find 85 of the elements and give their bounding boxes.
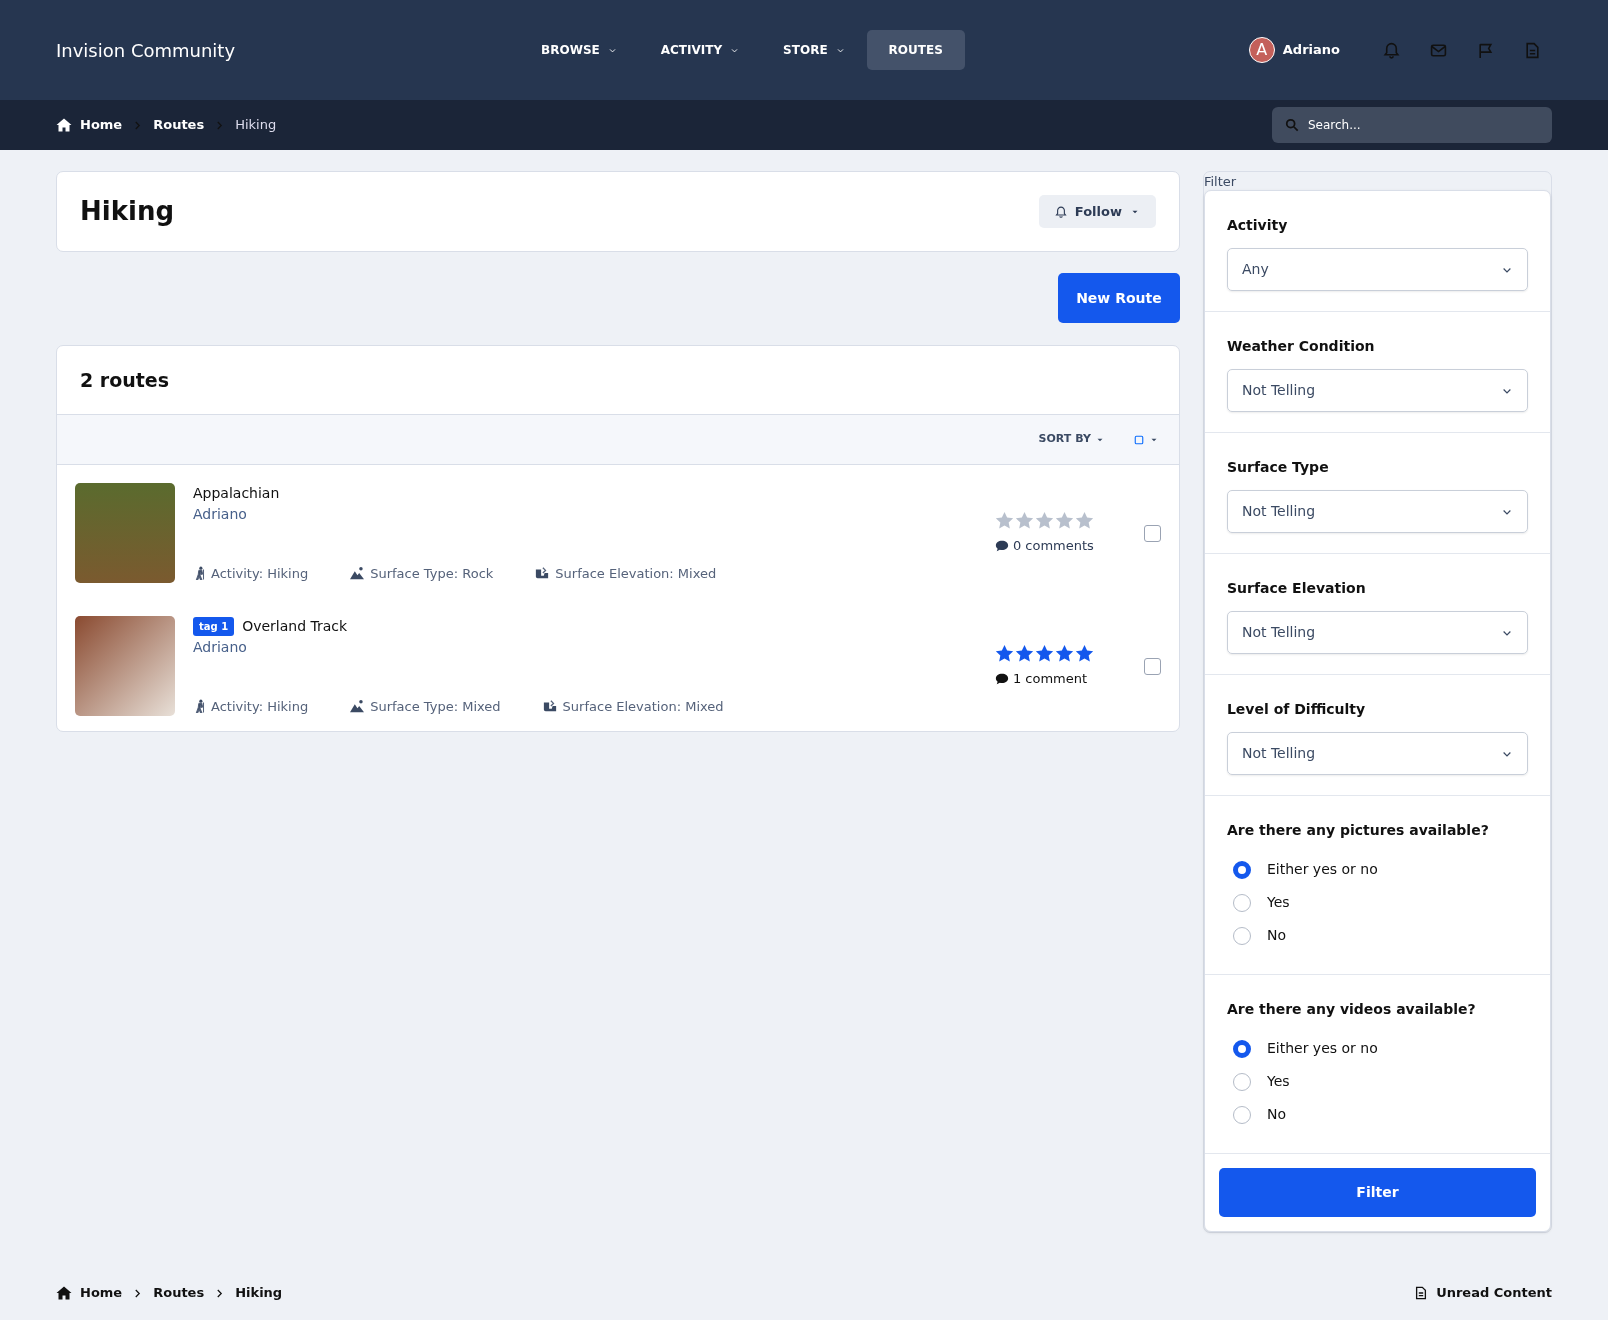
envelope-icon[interactable] (1430, 41, 1447, 59)
breadcrumb-link[interactable]: Home (56, 1283, 123, 1303)
filter-label: Surface Type (1226, 458, 1330, 477)
radio-button[interactable] (1232, 860, 1251, 879)
comment-icon (994, 538, 1009, 553)
dropdown-field[interactable]: Not Telling (1226, 732, 1528, 775)
star-icon (1054, 643, 1074, 663)
comments-link[interactable]: 1 comment (1012, 668, 1088, 689)
nav-tab[interactable]: ACTIVITY (638, 30, 762, 70)
sort-by-menu[interactable]: SORT BY (1038, 431, 1105, 448)
checkbox-icon (1132, 433, 1145, 446)
document-icon[interactable] (1524, 41, 1541, 59)
bell-icon (1054, 205, 1067, 218)
filter-label: Are there any pictures available? (1226, 821, 1490, 840)
home-icon (56, 117, 72, 133)
route-meta: Activity: Hiking (211, 697, 309, 716)
filter-label: Activity (1226, 216, 1289, 235)
filter-label: Weather Condition (1226, 337, 1376, 356)
unread-content-link[interactable]: Unread Content (1414, 1283, 1552, 1303)
radio-button[interactable] (1232, 1039, 1251, 1058)
breadcrumb-link[interactable]: Hiking (235, 1283, 283, 1303)
routes-count: 2 routes (80, 368, 170, 392)
notifications-icon[interactable] (1383, 41, 1400, 59)
filter-legend: Filter (1203, 172, 1551, 190)
author-link[interactable]: Adriano (193, 504, 247, 525)
row-checkbox[interactable] (1143, 657, 1161, 675)
breadcrumb-link[interactable]: Routes (153, 1283, 205, 1303)
star-icon (1034, 643, 1054, 663)
breadcrumb-link[interactable]: Routes (153, 115, 205, 135)
nav-tab[interactable]: ROUTES (866, 30, 965, 70)
route-meta: Activity: Hiking (211, 564, 309, 583)
nav-tab[interactable]: STORE (761, 30, 867, 70)
route-meta: Surface Type: Mixed (370, 697, 501, 716)
star-icon (1014, 510, 1034, 530)
select-all-menu[interactable] (1132, 433, 1159, 446)
document-icon (1414, 1286, 1429, 1300)
radio-label: No (1266, 1105, 1286, 1124)
row-checkbox[interactable] (1143, 524, 1161, 542)
author-link[interactable]: Adriano (193, 637, 247, 658)
dropdown-field[interactable]: Not Telling (1226, 611, 1528, 654)
home-icon (56, 1285, 72, 1301)
dropdown-field[interactable]: Not Telling (1226, 369, 1528, 412)
filter-label: Are there any videos available? (1226, 1000, 1477, 1019)
page-title: Hiking (80, 195, 174, 228)
mountain-icon (348, 699, 367, 714)
filter-label: Surface Elevation (1226, 579, 1367, 598)
site-logo[interactable]: Invision Community (56, 36, 236, 64)
user-name[interactable]: Adriano (1282, 40, 1340, 60)
dropdown-field[interactable]: Any (1226, 248, 1528, 291)
search-icon (1285, 118, 1299, 132)
star-icon (994, 510, 1014, 530)
radio-label: No (1266, 926, 1286, 945)
star-icon (1074, 643, 1094, 663)
route-title[interactable]: Overland Track (242, 616, 348, 637)
hiker-icon (193, 566, 207, 581)
mountain-icon (348, 566, 367, 581)
nav-tab[interactable]: BROWSE (519, 30, 639, 70)
star-icon (1014, 643, 1034, 663)
comments-link[interactable]: 0 comments (1012, 535, 1094, 556)
radio-label: Either yes or no (1266, 1039, 1378, 1058)
breadcrumb-link[interactable]: Hiking (235, 115, 277, 135)
route-meta: Surface Elevation: Mixed (562, 697, 724, 716)
star-icon (994, 643, 1014, 663)
hiker-icon (193, 699, 207, 714)
flag-icon[interactable] (1477, 41, 1494, 59)
new-route-button[interactable]: New Route (1057, 273, 1180, 323)
radio-label: Yes (1266, 1072, 1290, 1091)
radio-label: Either yes or no (1266, 860, 1378, 879)
star-icon (1074, 510, 1094, 530)
search-field[interactable]: Search... (1272, 107, 1552, 143)
route-title[interactable]: Appalachian (193, 483, 280, 504)
tag-label[interactable]: tag 1 (193, 617, 235, 636)
route-meta: Surface Elevation: Mixed (555, 564, 717, 583)
radio-label: Yes (1266, 893, 1290, 912)
star-icon (1054, 510, 1074, 530)
star-icon (1034, 510, 1054, 530)
comment-icon (994, 671, 1009, 686)
breadcrumb-link[interactable]: Home (56, 115, 123, 135)
user-avatar[interactable]: A (1248, 37, 1275, 63)
filter-button[interactable]: Filter (1218, 1168, 1536, 1217)
follow-button[interactable]: Follow (1038, 194, 1156, 229)
dropdown-field[interactable]: Not Telling (1226, 490, 1528, 533)
photo-placeholder[interactable] (75, 616, 175, 716)
route-meta: Surface Type: Rock (370, 564, 494, 583)
filter-label: Level of Difficulty (1226, 700, 1367, 719)
